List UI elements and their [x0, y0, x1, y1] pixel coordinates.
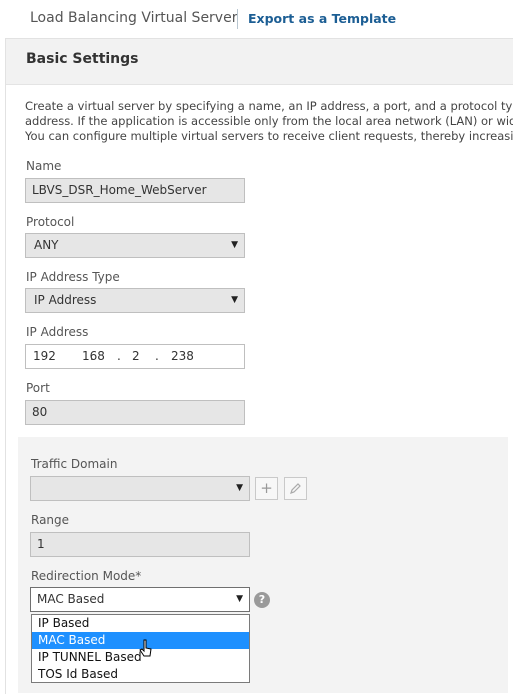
description-line: Create a virtual server by specifying a …	[25, 99, 513, 113]
protocol-label: Protocol	[26, 215, 75, 229]
export-template-link[interactable]: Export as a Template	[248, 11, 396, 26]
section-title: Basic Settings	[26, 51, 139, 67]
ip-address-type-label: IP Address Type	[26, 270, 120, 284]
traffic-domain-label: Traffic Domain	[31, 457, 118, 471]
pencil-icon	[290, 483, 301, 494]
chevron-down-icon: ▼	[236, 483, 243, 493]
ip-octet-1[interactable]: 192	[33, 345, 56, 368]
name-field[interactable]: LBVS_DSR_Home_WebServer	[25, 178, 245, 203]
port-field[interactable]: 80	[25, 400, 245, 425]
redirection-mode-select[interactable]: MAC Based ▼	[30, 587, 250, 612]
ip-address-field[interactable]: 192 . 168 . 2 . 238	[25, 344, 245, 369]
description-line: address. If the application is accessibl…	[25, 114, 513, 128]
protocol-select[interactable]: ANY ▼	[25, 233, 245, 258]
page-header: Load Balancing Virtual Server Export as …	[0, 0, 513, 38]
traffic-domain-select[interactable]: ▼	[30, 476, 250, 501]
add-traffic-domain-button[interactable]: +	[255, 477, 278, 500]
option-tos-id-based[interactable]: TOS Id Based	[32, 666, 249, 683]
page-title: Load Balancing Virtual Server	[30, 10, 238, 26]
mouse-cursor-icon	[139, 639, 152, 657]
name-label: Name	[26, 159, 62, 173]
ip-octet-3[interactable]: 2	[132, 345, 140, 368]
port-label: Port	[26, 381, 50, 395]
option-ip-based[interactable]: IP Based	[32, 615, 249, 632]
header-divider	[237, 9, 238, 29]
chevron-down-icon: ▼	[236, 594, 243, 604]
ip-dot: .	[117, 349, 121, 363]
description-line: You can configure multiple virtual serve…	[25, 129, 513, 143]
ip-octet-4[interactable]: 238	[171, 345, 194, 368]
chevron-down-icon: ▼	[231, 240, 238, 250]
chevron-down-icon: ▼	[231, 295, 238, 305]
ip-address-type-select[interactable]: IP Address ▼	[25, 288, 245, 313]
ip-address-label: IP Address	[26, 325, 89, 339]
ip-address-type-value: IP Address	[34, 293, 97, 307]
ip-dot: .	[155, 349, 159, 363]
range-label: Range	[31, 513, 70, 527]
redirection-mode-label: Redirection Mode*	[31, 569, 142, 583]
edit-traffic-domain-button[interactable]	[284, 477, 307, 500]
protocol-value: ANY	[34, 238, 59, 252]
ip-octet-2[interactable]: 168	[82, 345, 105, 368]
plus-icon: +	[260, 479, 273, 497]
redirection-mode-value: MAC Based	[37, 592, 105, 606]
section-description: Create a virtual server by specifying a …	[25, 99, 513, 144]
panel-header[interactable]: Basic Settings	[6, 39, 513, 85]
range-field[interactable]: 1	[30, 532, 250, 557]
help-icon[interactable]: ?	[254, 592, 270, 608]
